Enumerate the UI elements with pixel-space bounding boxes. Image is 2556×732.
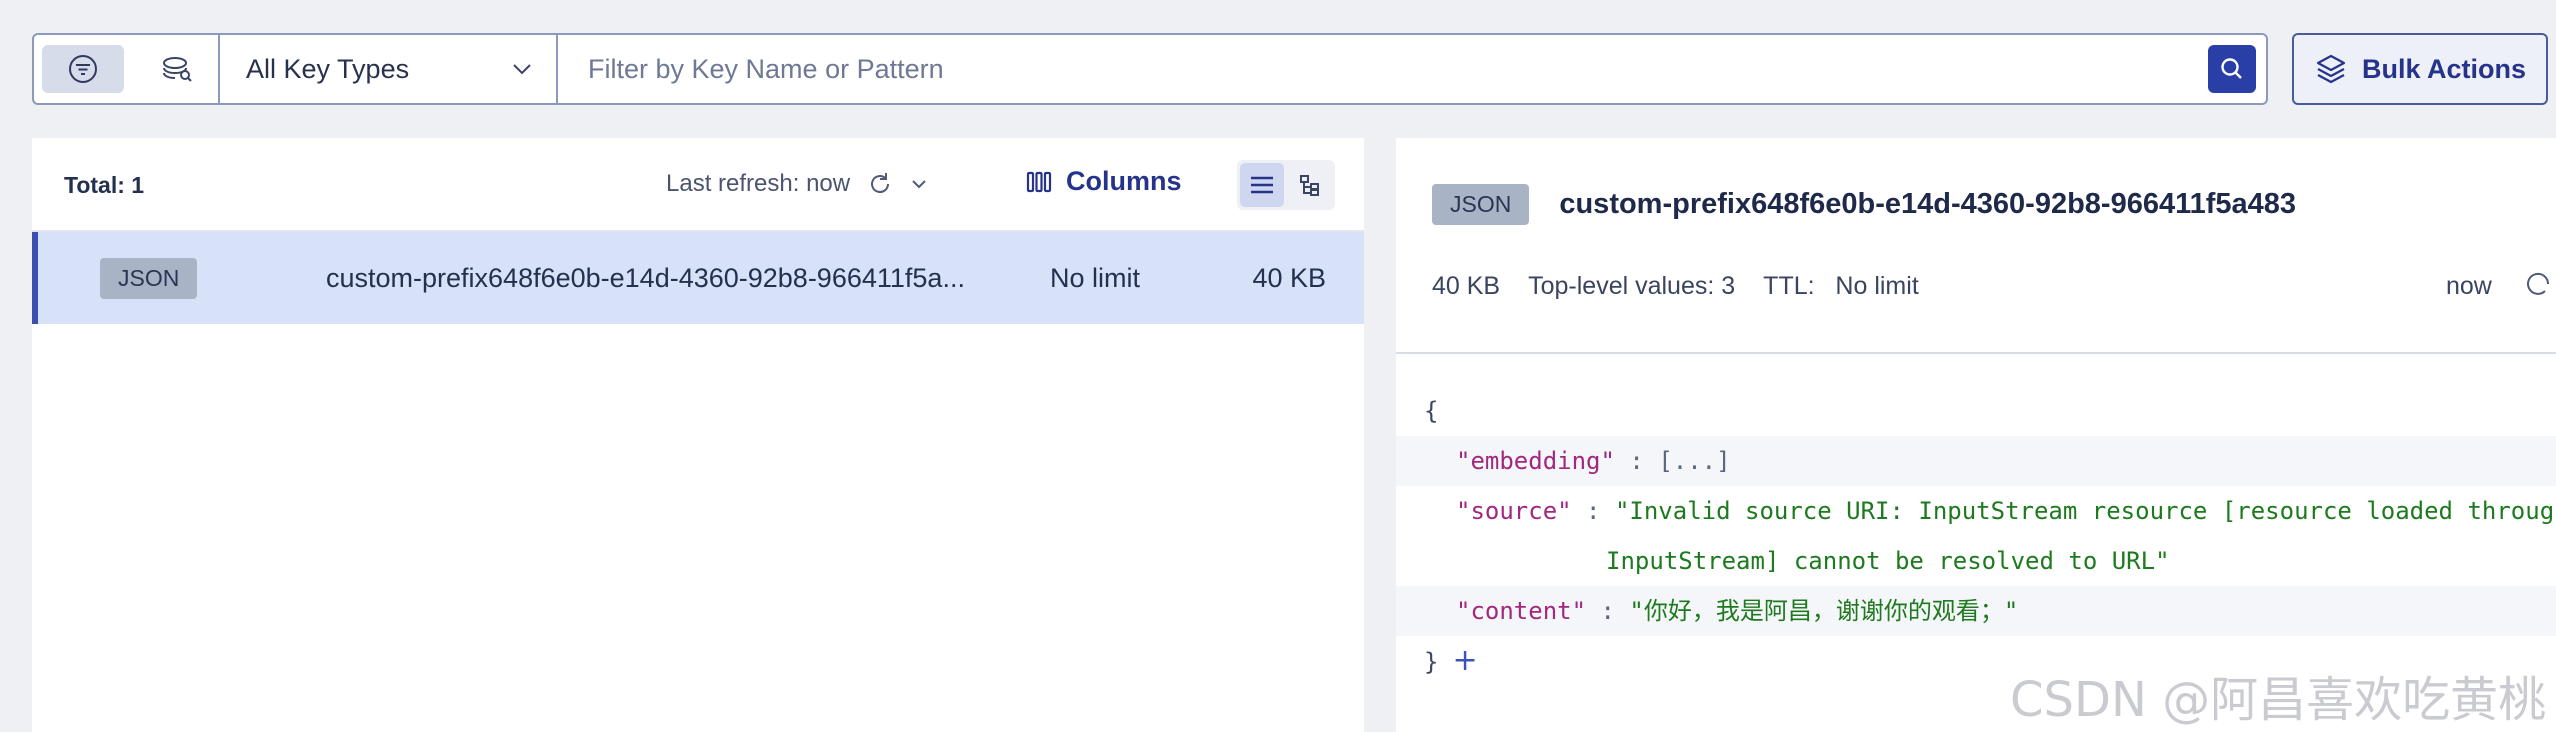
list-view-button[interactable] [1240,163,1284,207]
detail-divider [1396,352,2556,354]
search-area [558,35,2266,103]
json-row-source[interactable]: "source" : "Invalid source URI: InputStr… [1396,486,2556,536]
search-icon [2221,58,2242,79]
key-detail-panel: JSON custom-prefix648f6e0b-e14d-4360-92b… [1396,138,2556,732]
key-list-panel: Total: 1 Last refresh: now Columns JSON … [32,138,1364,732]
json-key-embedding: "embedding" [1456,447,1615,475]
chevron-down-icon [513,64,531,75]
detail-ttl-value: No limit [1835,272,1919,300]
columns-label: Columns [1066,166,1182,196]
last-refresh-text: Last refresh: now [666,170,851,197]
vector-search-icon [163,57,192,82]
detail-type-badge: JSON [1432,184,1530,225]
json-open-brace: { [1424,397,1439,425]
search-input[interactable] [588,53,2208,85]
detail-size: 40 KB [1432,272,1501,300]
json-value-source-cont: InputStream] cannot be resolved to URL" [1606,547,2170,575]
json-colon: : [1600,597,1615,625]
detail-header: JSON custom-prefix648f6e0b-e14d-4360-92b… [1432,184,2296,225]
add-field-button[interactable]: + [1452,643,1477,678]
detail-top-level: Top-level values: 3 [1528,272,1736,300]
json-colon: : [1629,447,1644,475]
columns-button[interactable]: Columns [1026,166,1182,197]
search-button[interactable] [2208,45,2256,93]
filter-mode-button[interactable] [42,45,124,93]
json-colon: : [1586,497,1601,525]
key-type-select-value: All Key Types [246,53,410,84]
json-row-content[interactable]: "content" : "你好，我是阿昌，谢谢你的观看；" [1396,586,2556,636]
search-mode-group [34,35,220,103]
tree-view-button[interactable] [1288,163,1332,207]
detail-refresh-icon[interactable] [2524,268,2552,300]
key-size: 40 KB [1252,262,1326,293]
watermark: CSDN @阿昌喜欢吃黄桃 [2010,672,2547,728]
key-name: custom-prefix648f6e0b-e14d-4360-92b8-966… [326,262,965,293]
auto-refresh-chevron-icon[interactable] [910,178,928,190]
detail-ttl-label: TTL: [1763,272,1815,300]
json-key-content: "content" [1456,597,1587,625]
list-view-icon [1251,176,1273,194]
view-toggle [1237,160,1335,210]
total-count: Total: 1 [64,172,145,198]
json-row-source-cont: InputStream] cannot be resolved to URL" [1396,536,2556,586]
key-type-badge: JSON [100,257,198,299]
detail-refresh-time: now [2446,272,2492,300]
json-key-source: "source" [1456,497,1572,525]
json-value-embedding[interactable]: [...] [1658,447,1730,475]
key-type-select[interactable]: All Key Types [220,35,558,103]
layers-icon [2316,54,2346,84]
json-value-content: "你好，我是阿昌，谢谢你的观看；" [1629,597,2019,625]
json-value-source: "Invalid source URI: InputStream resourc… [1614,497,2556,525]
tree-view-icon [1300,175,1319,196]
columns-icon [1026,171,1052,192]
refresh-control: Last refresh: now [666,170,928,198]
detail-ttl[interactable]: TTL: No limit [1763,272,1919,301]
json-viewer: { "embedding" : [...] "source" : "Invali… [1396,386,2556,686]
refresh-icon[interactable] [866,170,894,198]
detail-meta: 40 KB Top-level values: 3 TTL: No limit [1432,272,1919,301]
key-row[interactable]: JSON custom-prefix648f6e0b-e14d-4360-92b… [32,232,1364,324]
bulk-actions-label: Bulk Actions [2361,53,2527,84]
detail-key-name[interactable]: custom-prefix648f6e0b-e14d-4360-92b8-966… [1559,188,2296,221]
filter-icon [69,55,97,83]
semantic-search-button[interactable] [136,45,218,93]
key-ttl: No limit [1050,262,1141,293]
filter-bar: All Key Types [32,33,2268,105]
json-row-embedding[interactable]: "embedding" : [...] [1396,436,2556,486]
key-list-header: Total: 1 Last refresh: now Columns [32,138,1364,232]
bulk-actions-button[interactable]: Bulk Actions [2292,33,2548,105]
json-close-brace: } [1424,648,1439,676]
